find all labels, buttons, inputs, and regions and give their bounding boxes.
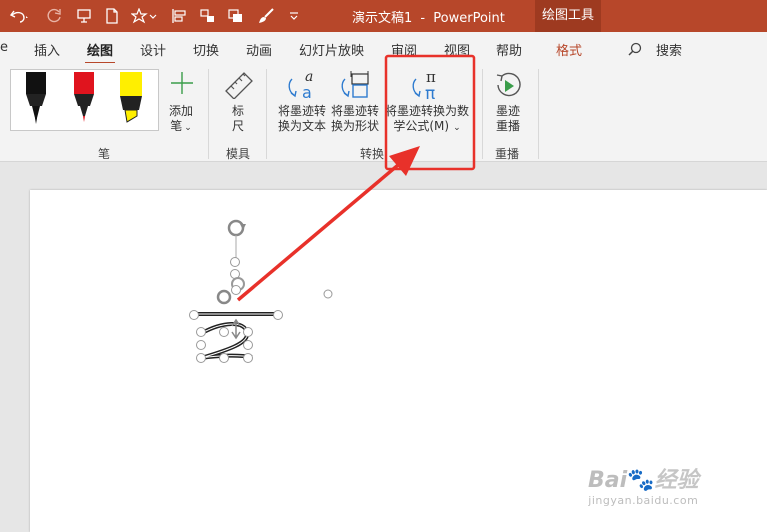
ink-overlay [189,54,476,363]
ink-stroke-two[interactable] [196,322,253,363]
rotation-handle-middle[interactable] [216,289,232,305]
resize-handle[interactable] [231,285,241,295]
annotation-arrow-shaft [236,158,406,302]
watermark-brand: Bai [588,468,628,493]
watermark-brand-accent: 经验 [654,468,699,493]
watermark-url: jingyan.baidu.com [588,494,699,507]
annotation-arrow-head [389,146,420,176]
resize-handle[interactable] [230,257,240,267]
watermark: Bai🐾经验 jingyan.baidu.com [588,462,699,507]
resize-handle[interactable] [323,289,333,299]
paw-icon: 🐾 [627,468,655,493]
highlight-box [384,54,476,171]
ink-stroke-horizontal[interactable] [189,310,283,320]
rotation-handle-top[interactable] [227,219,246,237]
